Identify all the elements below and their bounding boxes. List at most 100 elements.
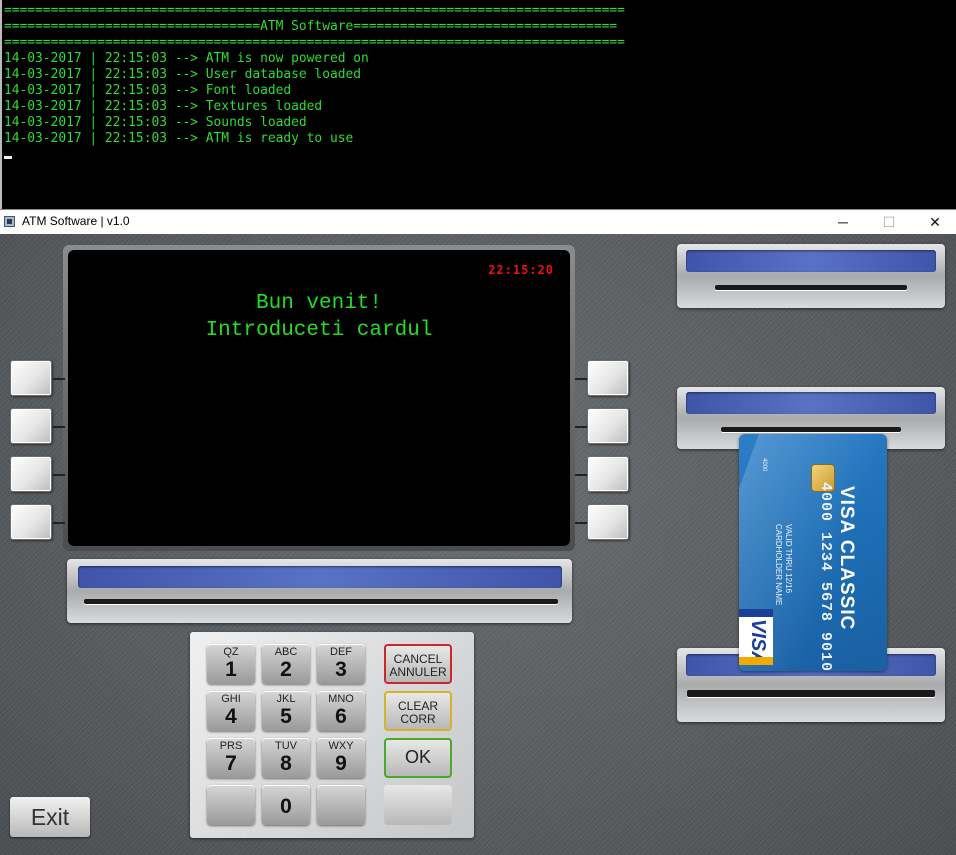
key-blank-right[interactable] [317,785,365,825]
console-line: ========================================… [4,35,625,50]
side-key-connector [575,522,587,524]
visa-logo-icon: VISA [739,609,773,666]
card-number: 4000 1234 5678 9010 [817,482,834,671]
side-key-connector [53,522,65,524]
ok-label: OK [404,747,431,767]
cash-slot-opening [715,285,907,290]
blank-function-button[interactable] [384,785,452,825]
key-letters: MNO [328,693,354,705]
left-side-key-1[interactable] [10,360,52,396]
key-digit: 1 [225,658,237,681]
right-side-key-3[interactable] [587,456,629,492]
deposit-slot-opening [687,690,935,697]
console-line: 14-03-2017 | 22:15:03 --> ATM is now pow… [4,51,369,66]
key-8[interactable]: TUV 8 [262,738,310,778]
console-log: ========================================… [4,3,625,147]
credit-card[interactable]: VISA CLASSIC 4000 1234 5678 9010 VALID T… [739,434,887,671]
receipt-slot-opening [84,599,558,604]
console-line: 14-03-2017 | 22:15:03 --> Textures loade… [4,99,323,114]
visa-band-bottom [739,657,773,665]
key-1[interactable]: QZ 1 [207,644,255,684]
insert-card-message: Introduceti cardul [205,319,433,342]
clear-button[interactable]: CLEAR CORR [384,691,452,731]
key-digit: 0 [280,795,292,818]
window-title: ATM Software | v1.0 [22,214,130,228]
key-digit: 2 [280,658,292,681]
side-key-connector [53,378,65,380]
key-digit: 3 [335,658,347,681]
key-letters: JKL [276,693,296,705]
key-3[interactable]: DEF 3 [317,644,365,684]
key-digit: 8 [280,752,292,775]
key-0[interactable]: 0 [262,785,310,825]
key-letters: DEF [330,646,352,658]
key-9[interactable]: WXY 9 [317,738,365,778]
side-key-connector [53,426,65,428]
console-line: 14-03-2017 | 22:15:03 --> Sounds loaded [4,115,307,130]
key-5[interactable]: JKL 5 [262,691,310,731]
left-side-key-4[interactable] [10,504,52,540]
key-digit: 7 [225,752,237,775]
close-button[interactable]: ✕ [912,210,956,234]
cancel-button[interactable]: CANCEL ANNULER [384,644,452,684]
card-expiry: VALID THRU 12/16 [784,524,793,594]
key-digit: 5 [280,705,292,728]
console-scroll-edge [0,0,2,209]
key-letters: GHI [221,693,241,705]
key-6[interactable]: MNO 6 [317,691,365,731]
key-4[interactable]: GHI 4 [207,691,255,731]
cancel-label-fr: ANNULER [389,665,447,679]
right-side-key-1[interactable] [587,360,629,396]
clear-label-fr: CORR [400,712,436,726]
card-small-number: 4000 [761,458,767,472]
side-key-connector [575,474,587,476]
cash-slot[interactable] [677,244,945,308]
screen-clock: 22:15:20 [488,263,554,277]
key-letters: TUV [275,740,297,752]
console-line: ========================================… [4,3,625,18]
right-side-key-2[interactable] [587,408,629,444]
screen-frame: 22:15:20 Bun venit! Introduceti cardul [63,245,575,551]
left-side-key-3[interactable] [10,456,52,492]
ok-button[interactable]: OK [384,738,452,778]
key-blank-left[interactable] [207,785,255,825]
console-line: 14-03-2017 | 22:15:03 --> ATM is ready t… [4,131,354,146]
side-key-connector [53,474,65,476]
welcome-message: Bun venit! [255,292,383,315]
receipt-slot-light [78,566,562,588]
console-window: ========================================… [0,0,956,209]
card-slot-opening [721,427,901,432]
atm-window: ATM Software | v1.0 ─ ☐ ✕ 22:15:20 Bun v… [0,209,956,855]
title-bar[interactable]: ATM Software | v1.0 ─ ☐ ✕ [0,209,956,234]
maximize-icon: ☐ [882,214,896,230]
close-icon: ✕ [929,214,941,230]
minimize-icon: ─ [838,214,848,230]
console-line: =================================ATM Sof… [4,19,618,34]
receipt-slot[interactable] [67,559,572,623]
app-icon [4,216,15,227]
key-letters: ABC [274,646,298,658]
key-digit: 6 [335,705,347,728]
console-cursor [4,156,12,159]
key-2[interactable]: ABC 2 [262,644,310,684]
card-slot-light [686,392,936,414]
card-holder: CARDHOLDER NAME [774,524,783,606]
atm-panel: 22:15:20 Bun venit! Introduceti cardul V… [0,234,956,855]
console-line: 14-03-2017 | 22:15:03 --> User database … [4,67,361,82]
atm-screen: 22:15:20 Bun venit! Introduceti cardul [68,250,570,546]
cash-slot-light [686,250,936,272]
visa-band-top [739,609,773,617]
key-7[interactable]: PRS 7 [207,738,255,778]
key-letters: WXY [328,740,354,752]
key-letters: PRS [219,740,243,752]
console-line: 14-03-2017 | 22:15:03 --> Font loaded [4,83,292,98]
card-brand: VISA CLASSIC [836,486,857,631]
right-side-key-4[interactable] [587,504,629,540]
left-side-key-2[interactable] [10,408,52,444]
key-digit: 9 [335,752,347,775]
minimize-button[interactable]: ─ [820,210,866,234]
maximize-button[interactable]: ☐ [866,210,912,234]
exit-button[interactable]: Exit [10,797,90,837]
side-key-connector [575,378,587,380]
key-digit: 4 [225,705,237,728]
